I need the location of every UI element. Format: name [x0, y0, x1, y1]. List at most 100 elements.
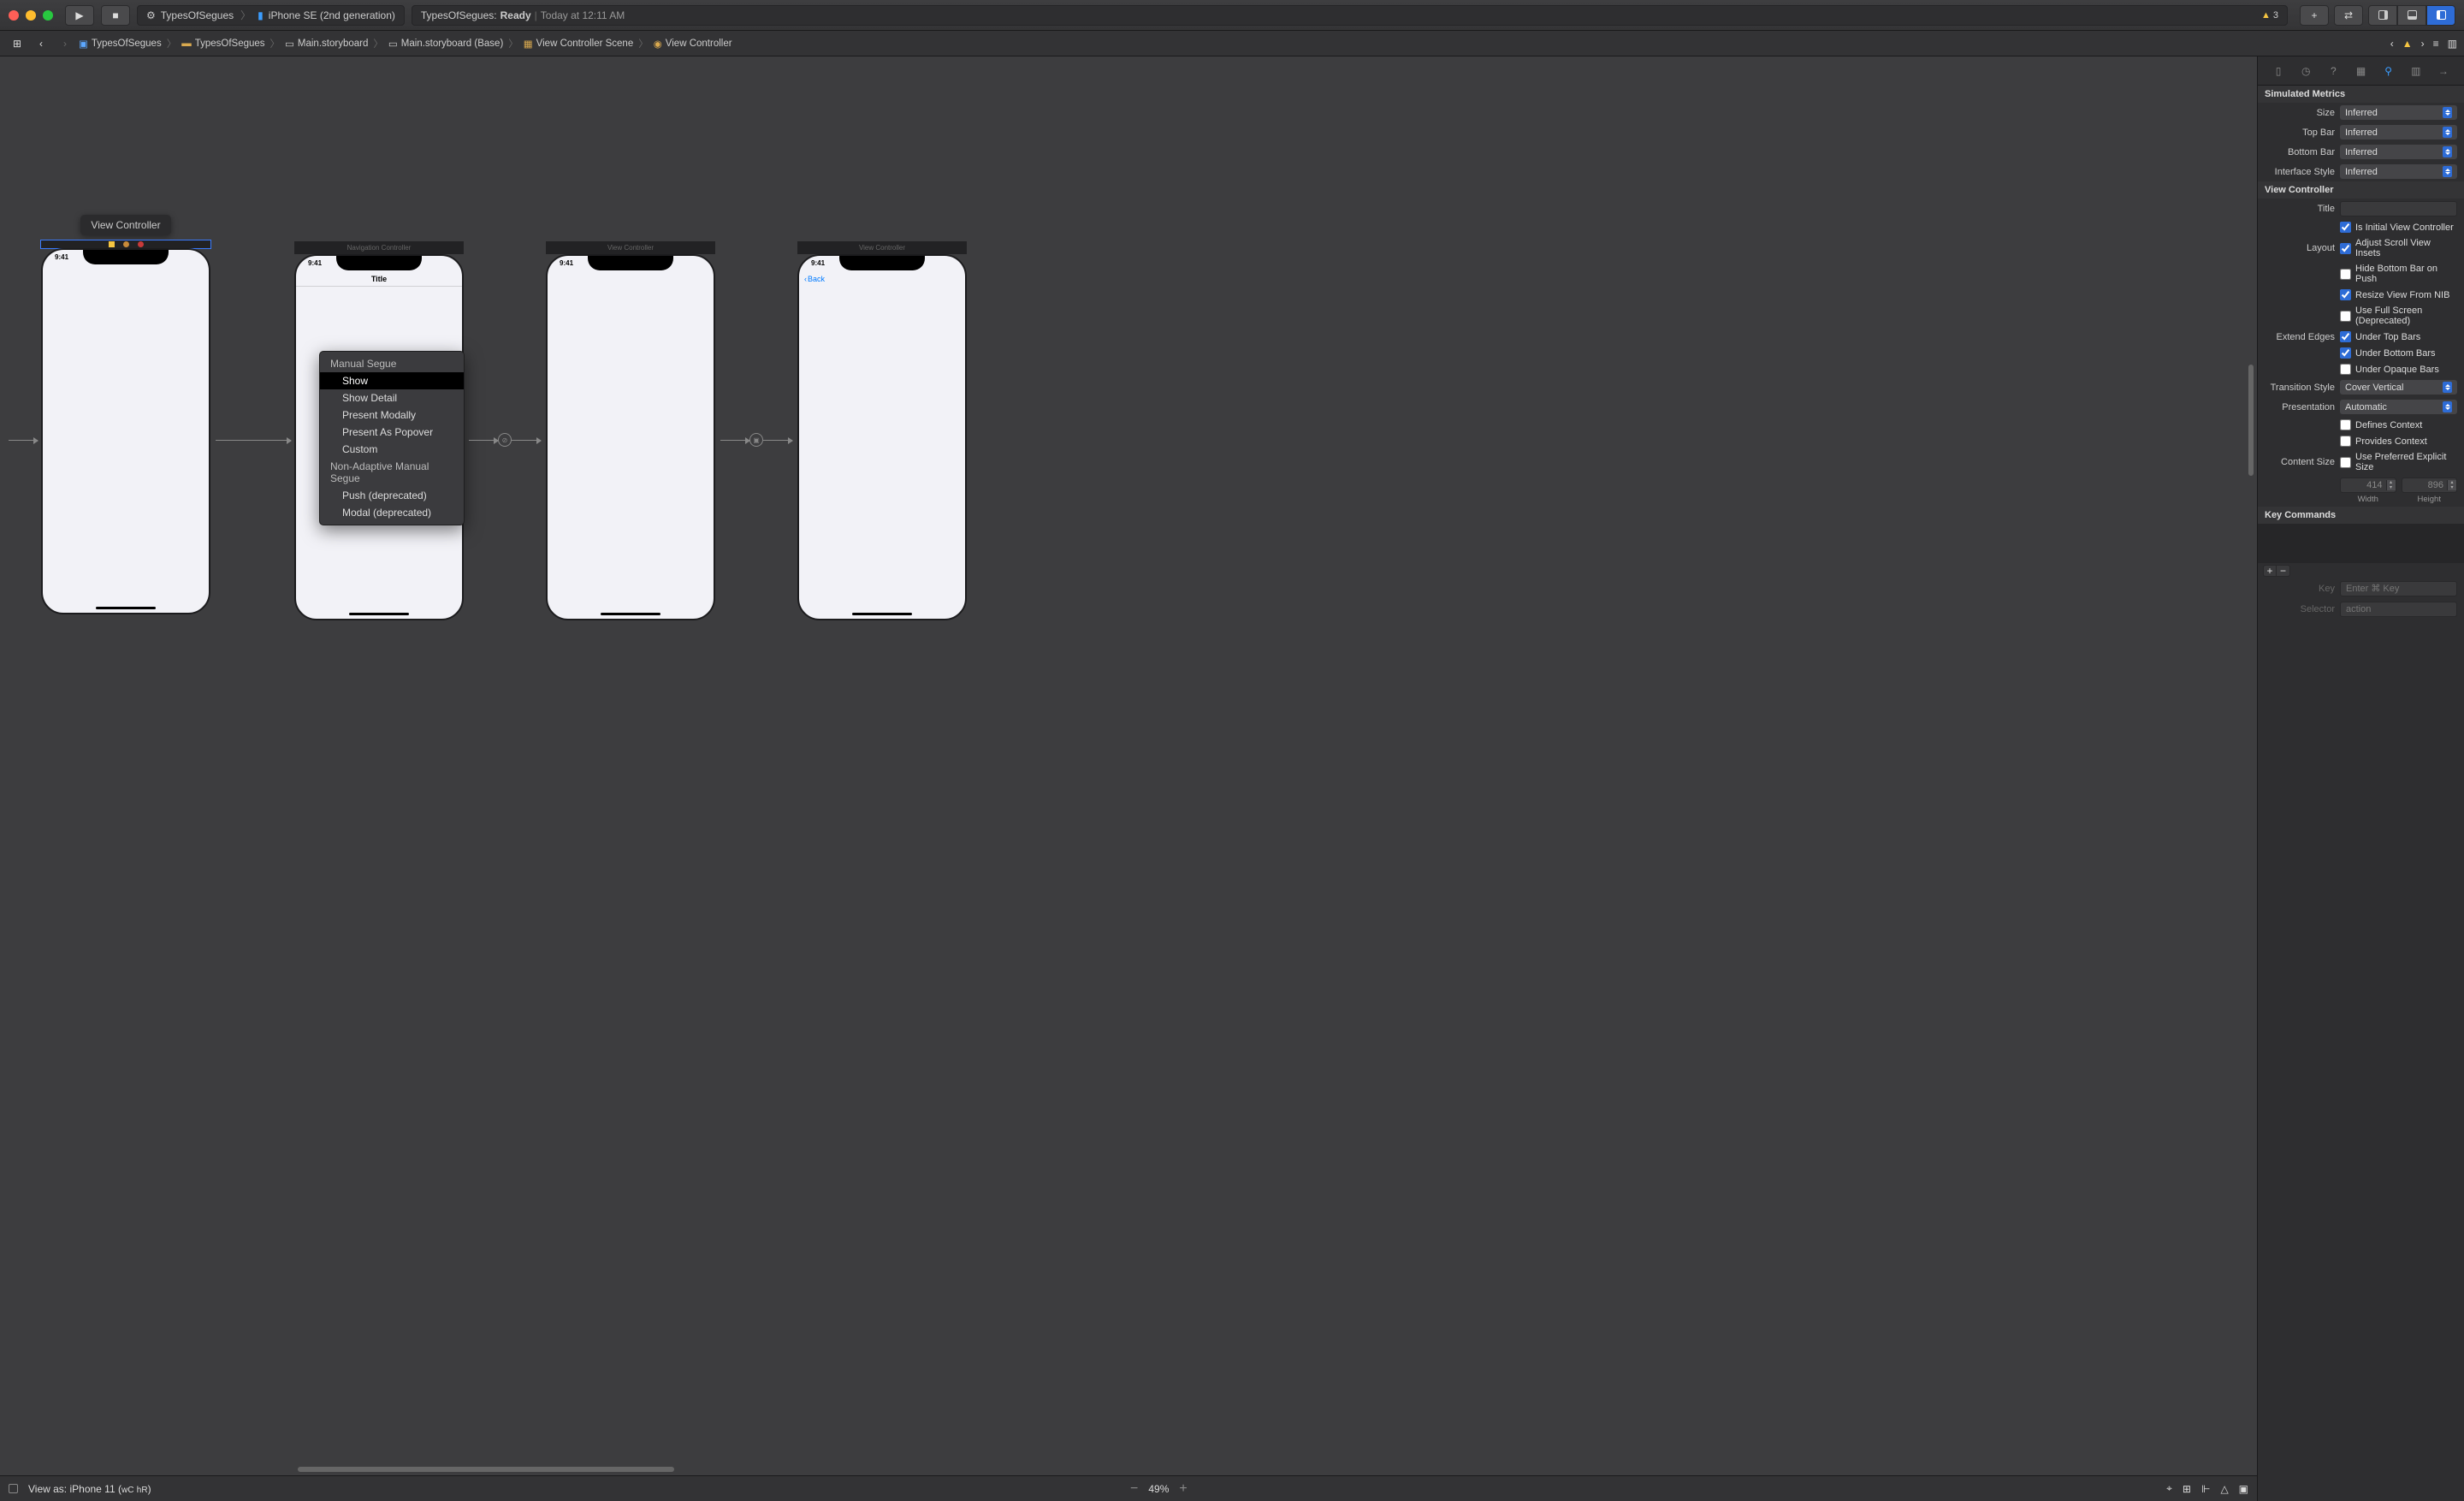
phone-preview[interactable]: 9:41 [546, 254, 715, 620]
toggle-inspector-button[interactable] [2426, 5, 2455, 26]
interface-style-popup[interactable]: Inferred [2340, 164, 2457, 179]
key-field[interactable] [2340, 581, 2457, 596]
exit-icon[interactable] [138, 241, 144, 247]
close-window-button[interactable] [9, 10, 19, 21]
align-icon[interactable]: ⊞ [2183, 1483, 2191, 1495]
history-inspector-tab[interactable]: ◷ [2298, 63, 2313, 79]
menu-item-present-popover[interactable]: Present As Popover [320, 424, 464, 441]
crumb-scene[interactable]: View Controller Scene [536, 39, 634, 49]
segue-arrow[interactable] [216, 440, 291, 442]
back-button[interactable]: ‹ [31, 33, 51, 54]
zoom-level[interactable]: 49% [1148, 1483, 1169, 1495]
warning-badge[interactable]: ▲ 3 [2261, 10, 2278, 21]
width-field[interactable]: 414▴▾ [2340, 478, 2396, 493]
phone-preview[interactable]: 9:41 [41, 248, 210, 614]
attributes-inspector-tab[interactable]: ⚲ [2381, 63, 2396, 79]
identity-inspector-tab[interactable]: ▦ [2353, 63, 2368, 79]
height-field[interactable]: 896▴▾ [2402, 478, 2458, 493]
topbar-popup[interactable]: Inferred [2340, 125, 2457, 139]
presentation-popup[interactable]: Automatic [2340, 400, 2457, 414]
stepper-icon[interactable]: ▴▾ [2386, 480, 2396, 490]
breadcrumb[interactable]: ▣ TypesOfSegues 〉 ▬ TypesOfSegues 〉 ▭ Ma… [79, 37, 732, 50]
vertical-scrollbar[interactable] [2247, 56, 2257, 1465]
scene-title[interactable]: View Controller [797, 241, 967, 254]
zoom-window-button[interactable] [43, 10, 53, 21]
run-button[interactable]: ▶ [65, 5, 94, 26]
activity-status[interactable]: TypesOfSegues: Ready | Today at 12:11 AM… [412, 5, 2288, 26]
defines-context-checkbox[interactable] [2340, 419, 2351, 430]
view-as-label[interactable]: View as: iPhone 11 (wC hR) [28, 1483, 151, 1495]
menu-item-show-detail[interactable]: Show Detail [320, 389, 464, 406]
crumb-storyboard-base[interactable]: Main.storyboard (Base) [401, 39, 504, 49]
segue-arrow[interactable] [763, 440, 792, 442]
bottombar-popup[interactable]: Inferred [2340, 145, 2457, 159]
focus-icon[interactable]: ⌖ [2166, 1482, 2172, 1495]
connections-inspector-tab[interactable]: → [2436, 63, 2451, 79]
crumb-folder[interactable]: TypesOfSegues [195, 39, 265, 49]
remove-key-command-button[interactable]: − [2277, 565, 2290, 577]
storyboard-canvas[interactable]: View Controller 9:41 Navigation Controll… [0, 56, 2257, 1501]
scroll-thumb[interactable] [298, 1467, 674, 1472]
forward-button[interactable]: › [55, 33, 75, 54]
pin-icon[interactable]: ⊩ [2201, 1483, 2210, 1495]
segue-node-icon[interactable]: ⊘ [498, 433, 512, 447]
document-outline-button[interactable] [9, 1484, 18, 1493]
size-inspector-tab[interactable]: ▥ [2408, 63, 2424, 79]
crumb-storyboard[interactable]: Main.storyboard [298, 39, 368, 49]
related-items-button[interactable]: ⊞ [7, 33, 27, 54]
scene-view-controller-3[interactable]: View Controller 9:41 ‹Back [797, 241, 967, 620]
crumb-viewcontroller[interactable]: View Controller [666, 39, 732, 49]
under-bottom-checkbox[interactable] [2340, 347, 2351, 359]
selector-field[interactable] [2340, 602, 2457, 617]
warning-icon[interactable]: ▲ [2402, 38, 2413, 50]
toggle-navigator-button[interactable] [2368, 5, 2397, 26]
segue-node-icon[interactable]: ▣ [749, 433, 763, 447]
menu-item-present-modally[interactable]: Present Modally [320, 406, 464, 424]
title-field[interactable] [2340, 201, 2457, 217]
segue-context-menu[interactable]: Manual Segue Show Show Detail Present Mo… [319, 351, 465, 525]
add-key-command-button[interactable]: + [2263, 565, 2277, 577]
file-inspector-tab[interactable]: ▯ [2271, 63, 2286, 79]
chevron-left-icon[interactable]: ‹ [2390, 38, 2394, 50]
adjust-editor-button[interactable]: ▥ [2448, 38, 2457, 50]
menu-item-push[interactable]: Push (deprecated) [320, 487, 464, 504]
preferred-size-checkbox[interactable] [2340, 457, 2351, 468]
segue-arrow[interactable] [512, 440, 541, 442]
initial-vc-checkbox[interactable] [2340, 222, 2351, 233]
zoom-out-button[interactable]: − [1130, 1481, 1138, 1497]
scene-view-controller-2[interactable]: View Controller 9:41 [546, 241, 715, 620]
code-review-button[interactable]: ⇄ [2334, 5, 2363, 26]
transition-popup[interactable]: Cover Vertical [2340, 380, 2457, 395]
viewcontroller-dock-icon[interactable] [109, 241, 115, 247]
provides-context-checkbox[interactable] [2340, 436, 2351, 447]
embed-icon[interactable]: ▣ [2239, 1483, 2248, 1495]
help-inspector-tab[interactable]: ? [2325, 63, 2341, 79]
under-top-checkbox[interactable] [2340, 331, 2351, 342]
full-screen-checkbox[interactable] [2340, 311, 2351, 322]
adjust-insets-checkbox[interactable] [2340, 243, 2351, 254]
chevron-right-icon[interactable]: › [2421, 38, 2425, 50]
scheme-selector[interactable]: ⚙︎ TypesOfSegues 〉 ▮ iPhone SE (2nd gene… [137, 5, 405, 26]
first-responder-icon[interactable] [123, 241, 129, 247]
toggle-debug-button[interactable] [2397, 5, 2426, 26]
hide-bottom-checkbox[interactable] [2340, 269, 2351, 280]
resize-nib-checkbox[interactable] [2340, 289, 2351, 300]
phone-preview[interactable]: 9:41 ‹Back [797, 254, 967, 620]
segue-arrow[interactable] [720, 440, 749, 442]
under-opaque-checkbox[interactable] [2340, 364, 2351, 375]
scene-dock[interactable] [41, 240, 210, 248]
zoom-in-button[interactable]: + [1179, 1481, 1187, 1497]
scroll-thumb[interactable] [2248, 365, 2254, 476]
scene-title[interactable]: View Controller [546, 241, 715, 254]
scene-title[interactable]: Navigation Controller [294, 241, 464, 254]
library-button[interactable]: + [2300, 5, 2329, 26]
menu-item-custom[interactable]: Custom [320, 441, 464, 458]
crumb-project[interactable]: TypesOfSegues [92, 39, 162, 49]
scene-view-controller-1[interactable]: View Controller 9:41 [41, 215, 210, 614]
menu-item-show[interactable]: Show [320, 372, 464, 389]
resolve-icon[interactable]: △ [2220, 1483, 2228, 1495]
stepper-icon[interactable]: ▴▾ [2447, 480, 2456, 490]
minimize-window-button[interactable] [26, 10, 36, 21]
lines-icon[interactable]: ≡ [2433, 38, 2439, 50]
stop-button[interactable]: ■ [101, 5, 130, 26]
